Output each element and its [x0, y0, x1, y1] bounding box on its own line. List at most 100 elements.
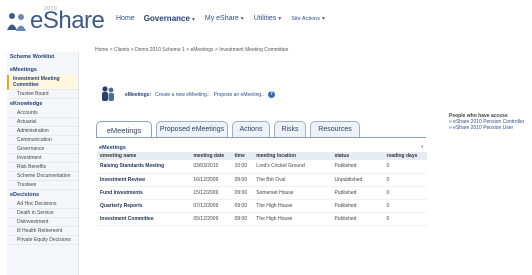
column-header[interactable]: emeeting name: [97, 152, 191, 160]
table-cell: 09:00: [231, 173, 254, 187]
sidebar-item[interactable]: Trustees: [7, 181, 78, 190]
sidebar-item[interactable]: Accounts: [7, 109, 78, 118]
chevron-down-icon: ▼: [320, 15, 326, 22]
emeetings-action-bar: eMeetings: Create a new eMeeting.. Propo…: [125, 91, 275, 98]
nav-label: Home: [116, 15, 135, 22]
sidebar-section-title[interactable]: eMeetings: [7, 65, 78, 75]
sidebar-section-title[interactable]: eKnowledge: [7, 99, 78, 109]
column-header[interactable]: time: [231, 152, 254, 160]
table-cell: 16/12/2009: [190, 173, 232, 187]
table-cell: Published: [331, 212, 384, 226]
table-cell: 10:00: [231, 160, 254, 174]
table-cell: Published: [331, 160, 384, 174]
emeeting-name-link[interactable]: Fund Investments: [97, 186, 191, 200]
nav-item-1[interactable]: Governance▼: [144, 14, 196, 23]
breadcrumb: Home > Clients > Demo 2010 Scheme 1 > eM…: [95, 47, 289, 53]
sidebar-item[interactable]: Trustee Board: [7, 90, 78, 99]
sidebar-section-title[interactable]: eDecisions: [7, 190, 78, 200]
sidebar-item[interactable]: Death in Service: [7, 209, 78, 218]
nav-label: My eShare: [204, 15, 239, 22]
chevron-down-icon: ▼: [277, 16, 283, 22]
chevron-down-icon: ▼: [239, 16, 245, 22]
sidebar-item[interactable]: Governance: [7, 145, 78, 154]
table-cell: 09:00: [231, 199, 254, 213]
sidebar-item[interactable]: Administration: [7, 127, 78, 136]
eshare-logo[interactable]: eShare: [30, 9, 105, 33]
tab-0[interactable]: eMeetings: [96, 121, 152, 138]
column-header[interactable]: status: [331, 152, 384, 160]
emeetings-label: eMeetings:: [125, 91, 152, 98]
nav-label: Governance: [143, 14, 190, 23]
tab-2[interactable]: Actions: [232, 121, 270, 137]
access-link-label: eShare 2010 Pension User: [453, 125, 514, 131]
table-cell: 0: [383, 173, 427, 187]
meeting-people-icon: [102, 86, 114, 101]
table-row[interactable]: Investment Review 16/12/2009 09:00 The Brit…: [97, 173, 427, 187]
sidebar-item[interactable]: Private Equity Decisions: [7, 236, 78, 245]
table-row[interactable]: Investment Committee 05/12/2009 09:00 The H…: [97, 212, 427, 226]
table-cell: 09:00: [231, 186, 254, 200]
table-cell: 15/12/2009: [190, 186, 232, 200]
sidebar-item[interactable]: Investment Meeting Committee: [7, 75, 78, 90]
sidebar-item[interactable]: Scheme Documentation: [7, 172, 78, 181]
nav-label: Site Actions: [291, 15, 320, 22]
header-bar: 2010 eShare Home Governance▼ My eShare▼ Uti…: [0, 0, 532, 40]
nav-item-2[interactable]: My eShare▼: [205, 15, 245, 22]
tab-1[interactable]: Proposed eMeetings: [156, 121, 228, 137]
table-cell: 0: [383, 199, 427, 213]
table-cell: 0: [383, 186, 427, 200]
emeeting-name-link[interactable]: Raising Standards Meeting: [97, 160, 191, 174]
tab-divider: [96, 137, 426, 138]
table-cell: Somerset House: [253, 186, 332, 200]
column-header[interactable]: meeting location: [253, 152, 332, 160]
nav-item-0[interactable]: Home: [116, 15, 135, 22]
help-icon[interactable]: ?: [267, 91, 275, 98]
table-cell: 09:00: [231, 212, 254, 226]
sidebar-item[interactable]: Disinvestment: [7, 218, 78, 227]
column-header[interactable]: meeting date: [190, 152, 232, 160]
table-row[interactable]: Quarterly Reports 07/12/2009 09:00 The High…: [97, 199, 427, 213]
tab-3[interactable]: Risks: [274, 121, 306, 137]
sidebar-item[interactable]: Risk Benefits: [7, 163, 78, 172]
nav-label: Utilities: [253, 15, 277, 22]
table-cell: 07/12/2009: [190, 199, 232, 213]
column-header[interactable]: reading days: [383, 152, 427, 160]
table-title: eMeetings: [99, 145, 126, 151]
table-row[interactable]: Fund Investments 15/12/2009 09:00 Somerset …: [97, 186, 427, 200]
sidebar-item[interactable]: Ad Hoc Decisions: [7, 200, 78, 209]
tab-4[interactable]: Resources: [310, 121, 360, 137]
sidebar-item[interactable]: Communication: [7, 136, 78, 145]
create-emeeting-link[interactable]: Create a new eMeeting..: [155, 92, 209, 98]
table-cell: Published: [331, 186, 384, 200]
table-cell: 0: [383, 212, 427, 226]
table-cell: 03/03/2010: [190, 160, 232, 174]
table-cell: Unpublished: [331, 173, 384, 187]
sidebar-section-title[interactable]: Scheme Worklist: [7, 52, 78, 62]
sidebar-item[interactable]: Investment: [7, 154, 78, 163]
table-cell: The Brit Oval: [253, 173, 332, 187]
close-icon[interactable]: x: [421, 144, 424, 150]
top-navigation: Home Governance▼ My eShare▼ Utilities▼ Site …: [116, 14, 326, 23]
table-cell: 0: [383, 160, 427, 174]
nav-item-3[interactable]: Utilities▼: [254, 15, 283, 22]
bullet-arrow-icon: »: [449, 125, 452, 131]
access-panel: People who have access » eShare 2010 Pen…: [449, 113, 524, 131]
table-row[interactable]: Raising Standards Meeting 03/03/2010 10:00…: [97, 160, 427, 174]
sidebar-item[interactable]: Ill Health Retirement: [7, 227, 78, 236]
emeetings-table: emeeting name meeting date time meeting loc…: [97, 152, 427, 226]
table-cell: The High House: [253, 212, 332, 226]
propose-emeeting-link[interactable]: Propose an eMeeting..: [214, 92, 264, 98]
access-link[interactable]: » eShare 2010 Pension User: [449, 125, 524, 131]
table-cell: 05/12/2009: [190, 212, 232, 226]
emeeting-name-link[interactable]: Investment Committee: [97, 212, 191, 226]
table-cell: Published: [331, 199, 384, 213]
people-logo-icon: [7, 13, 26, 31]
table-header-row: emeeting name meeting date time meeting loc…: [97, 152, 427, 160]
nav-item-4[interactable]: Site Actions▼: [291, 16, 326, 22]
emeeting-name-link[interactable]: Investment Review: [97, 173, 191, 187]
table-cell: The High House: [253, 199, 332, 213]
emeeting-name-link[interactable]: Quarterly Reports: [97, 199, 191, 213]
sidebar: Scheme Worklist eMeetings Investment Meeti…: [7, 52, 79, 275]
sidebar-item[interactable]: Actuarial: [7, 118, 78, 127]
chevron-down-icon: ▼: [190, 17, 196, 23]
